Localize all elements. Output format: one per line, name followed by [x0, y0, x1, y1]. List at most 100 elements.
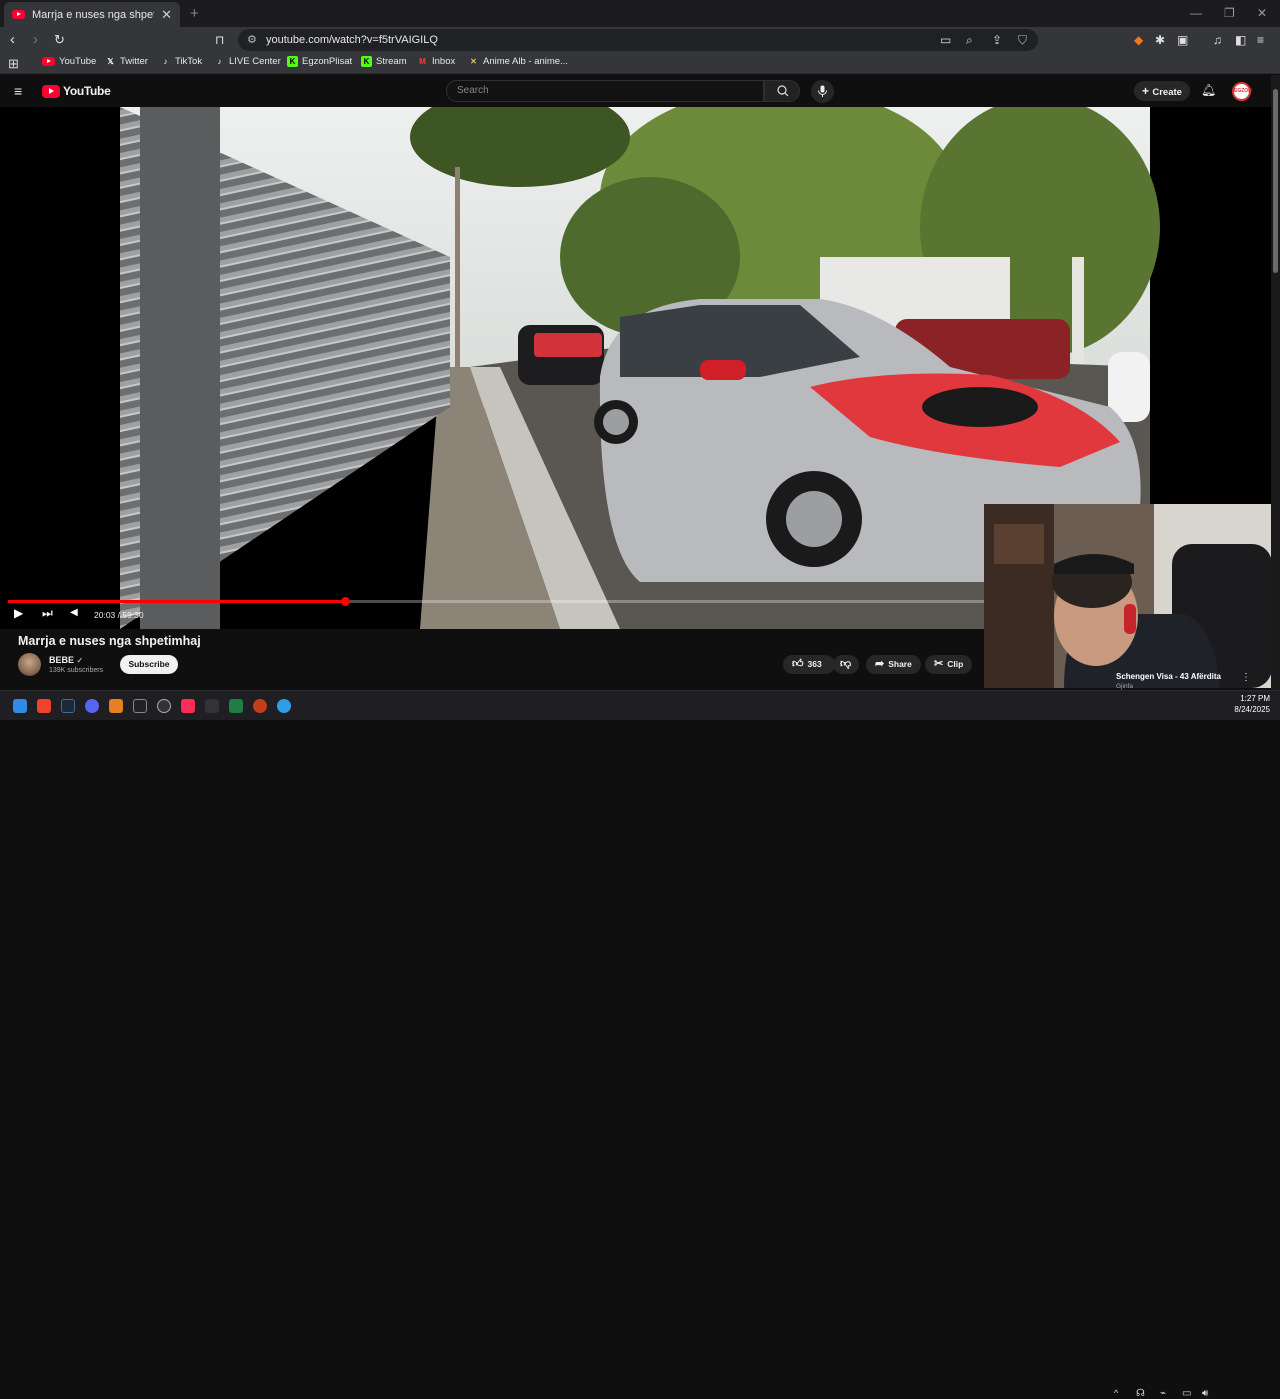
- volume-icon[interactable]: ◀︎: [70, 607, 78, 618]
- cast-icon[interactable]: ▭: [940, 29, 951, 51]
- share-button[interactable]: ➦ Share: [866, 655, 921, 674]
- tab-title: Marrja e nuses nga shpetimhaj: [32, 8, 155, 21]
- next-icon[interactable]: ⏭︎: [42, 606, 53, 621]
- subscribe-button[interactable]: Subscribe: [120, 655, 178, 674]
- network-icon[interactable]: ▭: [1182, 1388, 1191, 1399]
- zoom-icon[interactable]: ⌕: [966, 29, 973, 51]
- reload-icon[interactable]: ↻: [54, 31, 65, 49]
- obs-icon[interactable]: [157, 699, 171, 713]
- clip-button[interactable]: ✂ Clip: [925, 655, 973, 674]
- bookmark-twitter[interactable]: 𝕏 Twitter: [105, 56, 148, 67]
- search-icon: [777, 85, 789, 97]
- media-icon[interactable]: ♫: [1213, 31, 1222, 49]
- thumbs-down-icon: 👎︎: [840, 658, 852, 670]
- kick-icon: K: [361, 56, 372, 67]
- shield-icon[interactable]: ⛉: [1018, 29, 1027, 51]
- progress-scrubber[interactable]: [340, 597, 350, 606]
- plus-icon: +: [1142, 84, 1153, 98]
- microphone-icon: [818, 85, 827, 97]
- bookmark-tiktok[interactable]: ♪ TikTok: [160, 56, 203, 67]
- share-icon[interactable]: ⇪: [992, 29, 1002, 51]
- progress-bar[interactable]: [8, 597, 1008, 606]
- tiktok-live-icon[interactable]: [181, 699, 195, 713]
- channel-avatar[interactable]: [18, 653, 41, 676]
- create-label: Create: [1152, 87, 1182, 98]
- bookmark-egzonplisat[interactable]: K EgzonPlisat: [287, 56, 352, 67]
- webcam-caption-sub: Gjinfa: [1116, 683, 1133, 690]
- youtube-favicon-icon: [12, 10, 25, 19]
- new-tab-button[interactable]: +: [190, 5, 199, 22]
- page-scrollbar[interactable]: [1271, 75, 1280, 690]
- dislike-button[interactable]: 👎︎: [833, 655, 859, 674]
- headset-icon[interactable]: ☊: [1136, 1388, 1145, 1399]
- menu-icon[interactable]: ≡: [1257, 31, 1264, 49]
- clock-date: 8/24/2025: [1234, 705, 1270, 714]
- bookmark-youtube[interactable]: YouTube: [42, 56, 96, 67]
- wallet-icon[interactable]: ▣: [1177, 31, 1188, 49]
- webcam-overlay: [984, 504, 1280, 688]
- steam-icon[interactable]: [61, 699, 75, 713]
- windows-start-icon[interactable]: [13, 699, 27, 713]
- extensions-icon[interactable]: ✱: [1155, 31, 1165, 49]
- tiktok-icon: ♪: [217, 57, 222, 66]
- scrollbar-thumb[interactable]: [1273, 89, 1278, 273]
- x-icon: 𝕏: [107, 57, 114, 66]
- gmail-icon: M: [419, 57, 426, 66]
- like-button[interactable]: 👍︎ 363: [783, 655, 835, 674]
- back-icon[interactable]: ‹: [10, 31, 15, 49]
- site-settings-icon[interactable]: ⚙: [247, 29, 257, 51]
- speaker-icon[interactable]: 🔊︎: [1202, 1388, 1208, 1399]
- verified-icon: ✓: [76, 656, 84, 665]
- minimize-icon[interactable]: —: [1190, 6, 1202, 20]
- youtube-icon: [42, 57, 55, 66]
- clock-time: 1:27 PM: [1240, 694, 1270, 703]
- progress-fill: [8, 600, 345, 603]
- more-options-icon[interactable]: ⋮: [1241, 672, 1251, 683]
- create-button[interactable]: + Create: [1134, 81, 1190, 101]
- app-icon-blue[interactable]: [277, 699, 291, 713]
- restore-icon[interactable]: ❐: [1224, 6, 1235, 20]
- discord-icon[interactable]: [85, 699, 99, 713]
- sidebar-icon[interactable]: ◧: [1235, 31, 1246, 49]
- apps-icon[interactable]: ⊞: [8, 56, 19, 72]
- tray-chevron-icon[interactable]: ^: [1114, 1388, 1118, 1398]
- play-icon[interactable]: ▶: [14, 606, 23, 620]
- app-icon-g[interactable]: [133, 699, 147, 713]
- notifications-bell-icon[interactable]: 🔔︎: [1201, 83, 1216, 97]
- bookmark-anime-alb[interactable]: ✕ Anime Alb - anime...: [468, 56, 568, 67]
- forward-icon[interactable]: ›: [33, 31, 38, 49]
- account-avatar[interactable]: EGZON: [1232, 82, 1252, 101]
- webcam-feed: [984, 504, 1280, 688]
- browser-tab[interactable]: Marrja e nuses nga shpetimhaj ✕: [4, 2, 180, 27]
- bookmark-live-center[interactable]: ♪ LIVE Center: [214, 56, 281, 67]
- excel-icon[interactable]: [229, 699, 243, 713]
- windows-taskbar: ^ ☊ ⌁ ▭ 🔊︎: [0, 690, 1280, 1399]
- youtube-logo[interactable]: YouTube: [42, 84, 111, 98]
- tab-close-icon[interactable]: ✕: [161, 7, 172, 23]
- clip-label: Clip: [947, 659, 964, 669]
- brave-browser-icon[interactable]: [37, 699, 51, 713]
- taskbar-clock[interactable]: 1:27 PM 8/24/2025: [1222, 693, 1270, 715]
- bookmark-inbox[interactable]: M Inbox: [417, 56, 455, 67]
- scissors-icon: ✂: [934, 658, 944, 670]
- app-icon-controller[interactable]: [205, 699, 219, 713]
- window-close-icon[interactable]: ✕: [1257, 6, 1267, 20]
- address-bar[interactable]: ⚙ youtube.com/watch?v=f5trVAIGILQ ▭ ⌕ ⇪ …: [238, 29, 1038, 51]
- usb-icon[interactable]: ⌁: [1160, 1388, 1166, 1399]
- powerpoint-icon[interactable]: [253, 699, 267, 713]
- hamburger-menu-icon[interactable]: ≡: [14, 83, 22, 99]
- voice-search-button[interactable]: [811, 80, 834, 103]
- channel-name[interactable]: BEBE ✓: [49, 655, 83, 665]
- like-count: 363: [807, 659, 822, 669]
- bookmark-icon[interactable]: ⊓: [215, 31, 224, 49]
- subscriber-count: 139K subscribers: [49, 667, 104, 674]
- search-input[interactable]: Search: [446, 80, 764, 102]
- search-button[interactable]: [764, 80, 800, 102]
- brave-rewards-icon[interactable]: ◆: [1134, 31, 1143, 49]
- youtube-logo-text: YouTube: [63, 84, 111, 98]
- kick-icon: K: [287, 56, 298, 67]
- bookmark-stream[interactable]: K Stream: [361, 56, 407, 67]
- time-display: 20:03 / 59:30: [94, 610, 144, 620]
- anime-icon: ✕: [470, 57, 477, 66]
- app-icon-a[interactable]: [109, 699, 123, 713]
